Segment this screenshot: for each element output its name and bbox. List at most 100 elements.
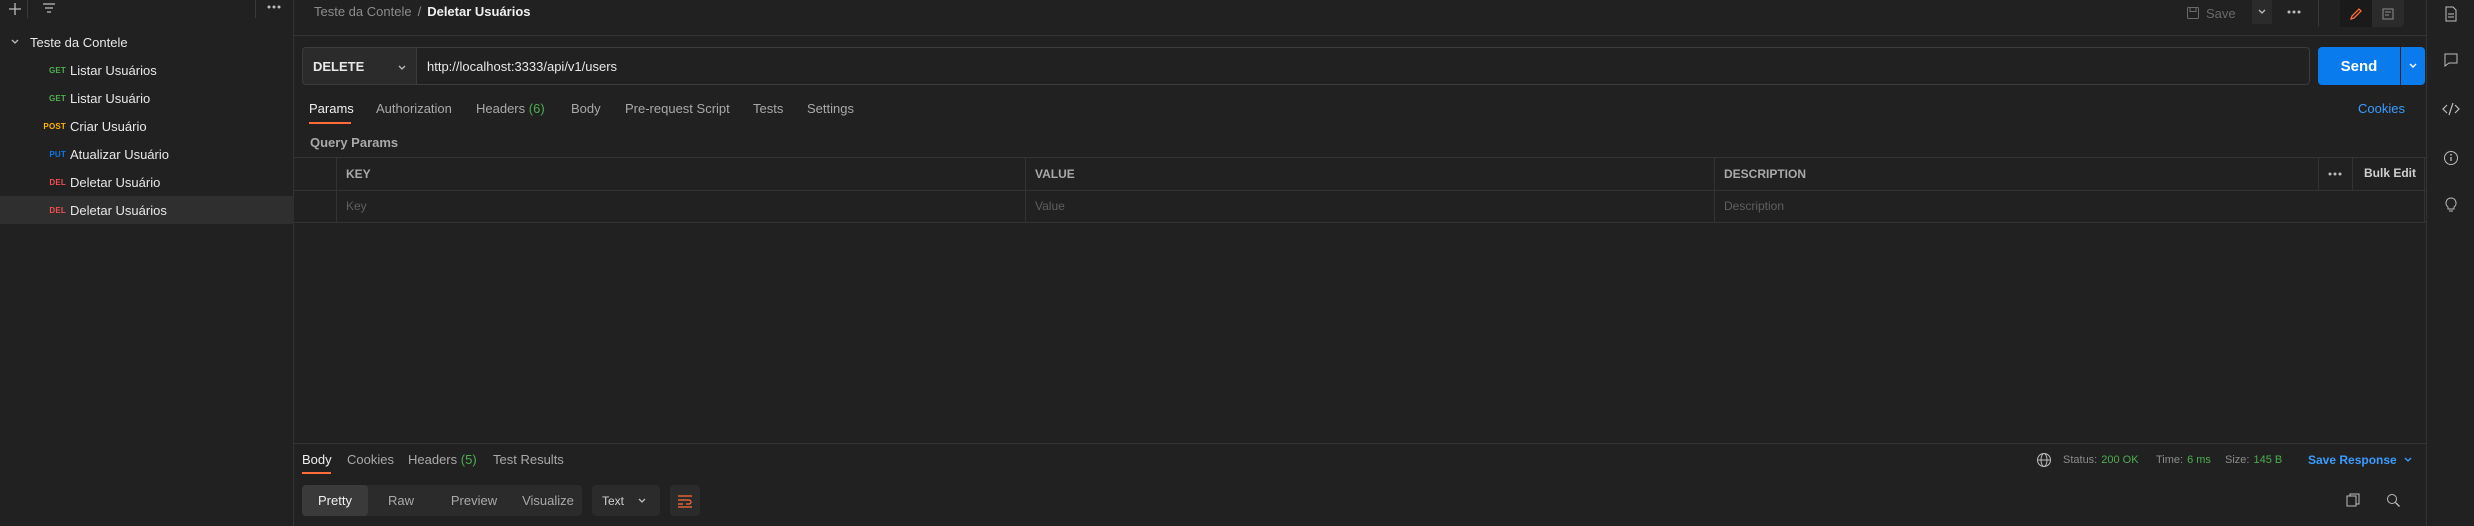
request-name: Listar Usuários: [70, 62, 157, 78]
save-options-button[interactable]: [2252, 0, 2272, 24]
sidebar-request-item[interactable]: DEL Deletar Usuário: [0, 168, 294, 196]
response-status[interactable]: Status: 200 OK: [2063, 454, 2139, 466]
column-header-key: KEY: [346, 167, 371, 181]
request-name: Deletar Usuários: [70, 202, 167, 218]
status-label: Status:: [2063, 454, 2098, 466]
view-mode-preview[interactable]: Preview: [434, 485, 514, 516]
save-response-button[interactable]: Save Response: [2308, 453, 2413, 467]
value-input[interactable]: Value: [1035, 199, 1705, 213]
response-tab-body[interactable]: Body: [302, 452, 332, 467]
method-tag: PUT: [49, 149, 66, 159]
edit-pencil-icon[interactable]: [2340, 0, 2372, 27]
cookies-link[interactable]: Cookies: [2358, 101, 2405, 116]
plus-icon[interactable]: [8, 2, 22, 16]
time-value: 6 ms: [2187, 454, 2211, 466]
collection-item[interactable]: Teste da Contele: [0, 28, 294, 56]
sidebar-request-item[interactable]: GET Listar Usuários: [0, 56, 294, 84]
tab-settings[interactable]: Settings: [807, 101, 854, 123]
right-sidebar: [2426, 0, 2474, 526]
response-divider[interactable]: [294, 443, 2426, 444]
sidebar-request-item[interactable]: DEL Deletar Usuários: [0, 196, 294, 224]
tab-authorization[interactable]: Authorization: [376, 101, 452, 123]
column-options-icon[interactable]: [2327, 171, 2343, 177]
lightbulb-icon[interactable]: [2439, 193, 2463, 217]
breadcrumb-current[interactable]: Deletar Usuários: [427, 4, 530, 19]
tab-body[interactable]: Body: [571, 101, 601, 123]
document-icon[interactable]: [2439, 2, 2463, 26]
response-tab-cookies[interactable]: Cookies: [347, 452, 394, 467]
time-label: Time:: [2156, 454, 2184, 466]
info-icon[interactable]: [2439, 146, 2463, 170]
tab-label: Pre-request Script: [625, 101, 730, 116]
tab-params[interactable]: Params: [309, 101, 354, 123]
tab-label: Params: [309, 101, 354, 116]
code-icon[interactable]: [2439, 97, 2463, 121]
comment-icon[interactable]: [2439, 48, 2463, 72]
request-name: Atualizar Usuário: [70, 146, 169, 162]
view-mode-raw[interactable]: Raw: [368, 485, 434, 516]
response-size[interactable]: Size: 145 B: [2225, 454, 2282, 466]
view-mode-visualize[interactable]: Visualize: [514, 485, 582, 516]
key-input[interactable]: Key: [346, 199, 1016, 213]
chevron-down-icon: [638, 498, 646, 503]
method-select[interactable]: DELETE: [302, 47, 417, 85]
method-tag: GET: [48, 65, 66, 75]
view-mode-pretty[interactable]: Pretty: [302, 485, 368, 516]
collection-name: Teste da Contele: [30, 34, 128, 50]
method-tag: GET: [48, 93, 66, 103]
view-mode-segmented: Pretty Raw Preview Visualize: [302, 485, 582, 516]
active-tab-indicator: [309, 122, 351, 124]
save-response-label: Save Response: [2308, 453, 2397, 467]
request-name: Deletar Usuário: [70, 174, 161, 190]
response-time[interactable]: Time: 6 ms: [2156, 454, 2211, 466]
tab-tests[interactable]: Tests: [753, 101, 783, 123]
active-response-tab-indicator: [302, 472, 331, 474]
format-label: Text: [602, 493, 625, 508]
method-tag: DEL: [49, 205, 66, 215]
wrap-lines-button[interactable]: [670, 485, 700, 516]
tab-pre-request-script[interactable]: Pre-request Script: [625, 101, 730, 123]
sidebar: Teste da Contele GET Listar Usuários GET Li…: [0, 0, 294, 526]
sidebar-request-item[interactable]: GET Listar Usuário: [0, 84, 294, 112]
view-mode-toggle: [2340, 0, 2404, 27]
method-tag: DEL: [49, 177, 66, 187]
filter-icon[interactable]: [42, 2, 56, 14]
chevron-down-icon: [2404, 457, 2412, 462]
request-name: Criar Usuário: [70, 118, 147, 134]
tab-label: Tests: [753, 101, 784, 116]
comment-view-icon[interactable]: [2372, 0, 2404, 27]
send-options-button[interactable]: [2401, 47, 2425, 85]
description-input[interactable]: Description: [1724, 199, 2314, 213]
tab-label: Body: [571, 101, 601, 116]
column-header-value: VALUE: [1035, 167, 1075, 181]
breadcrumb-parent[interactable]: Teste da Contele: [314, 4, 412, 19]
search-icon[interactable]: [2385, 492, 2401, 508]
more-options-icon[interactable]: [266, 4, 282, 10]
chevron-down-icon[interactable]: [0, 37, 30, 47]
size-label: Size:: [2225, 454, 2250, 466]
save-label: Save: [2206, 5, 2236, 21]
tab-count: (6): [528, 101, 545, 116]
send-label: Send: [2340, 57, 2378, 75]
sidebar-request-item[interactable]: POST Criar Usuário: [0, 112, 294, 140]
query-params-title: Query Params: [310, 135, 399, 150]
chevron-down-icon: [398, 65, 406, 70]
bulk-edit-button[interactable]: Bulk Edit: [2364, 166, 2416, 180]
size-value: 145 B: [2253, 454, 2283, 466]
tab-label: Headers: [408, 452, 458, 467]
sidebar-request-item[interactable]: PUT Atualizar Usuário: [0, 140, 294, 168]
breadcrumb-separator: /: [417, 4, 422, 19]
save-icon: [2187, 7, 2199, 19]
url-text: http://localhost:3333/api/v1/users: [427, 58, 618, 74]
send-button[interactable]: Send: [2318, 47, 2400, 85]
copy-icon[interactable]: [2345, 492, 2361, 508]
chevron-down-icon: [2409, 63, 2417, 68]
more-actions-icon[interactable]: [2286, 9, 2302, 15]
tab-headers[interactable]: Headers (6): [476, 101, 545, 123]
format-select[interactable]: Text: [592, 485, 660, 516]
response-tab-test-results[interactable]: Test Results: [493, 452, 564, 467]
url-input[interactable]: http://localhost:3333/api/v1/users: [417, 47, 2310, 85]
response-tab-headers[interactable]: Headers (5): [408, 452, 477, 467]
tab-label: Settings: [807, 101, 854, 116]
globe-icon[interactable]: [2036, 452, 2052, 468]
